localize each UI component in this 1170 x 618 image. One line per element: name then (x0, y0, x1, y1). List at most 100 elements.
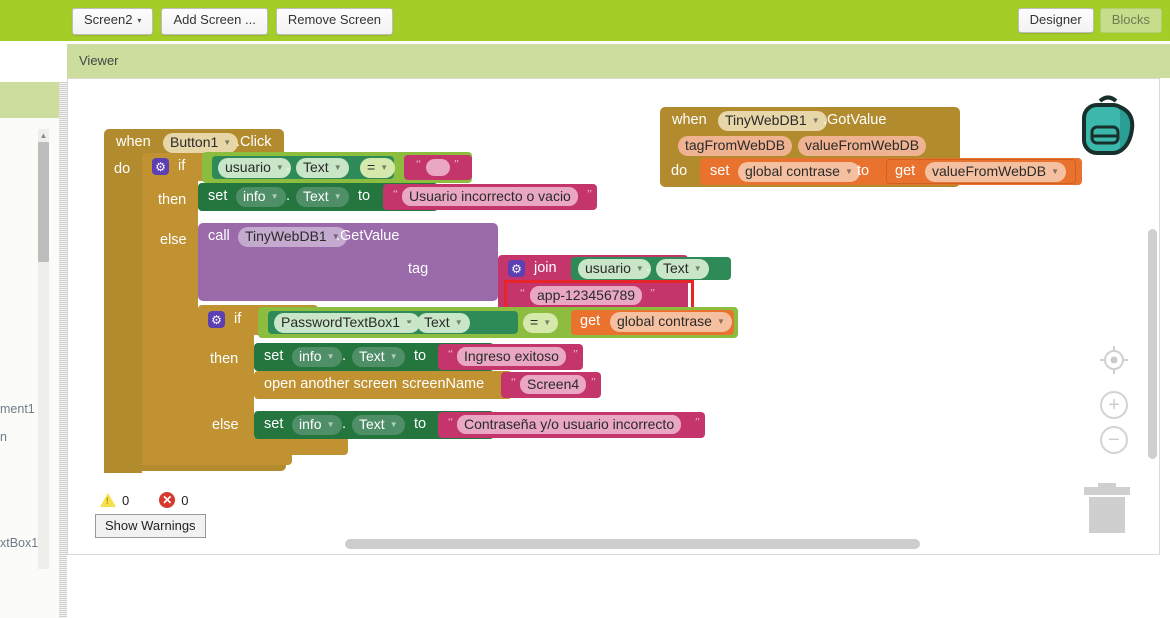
blocks-viewer[interactable]: when Button1 ▼ .Click do ⚙ if then else u… (67, 78, 1160, 555)
button-component-dropdown[interactable]: Button1 ▼ (163, 133, 239, 153)
chevron-down-icon: ▼ (380, 163, 389, 172)
dot-separator-1: . (286, 158, 291, 174)
gotvalue-component-dropdown[interactable]: TinyWebDB1 ▼ (718, 111, 827, 131)
open-quote-icon-4: “ (511, 376, 516, 388)
valuefromwebdb-dropdown[interactable]: valueFromWebDB ▼ (925, 162, 1067, 182)
close-quote-icon-3: ” (573, 348, 578, 360)
set-label-3: set (264, 416, 284, 432)
usuario-label-2: usuario (585, 260, 631, 276)
info-property-dropdown-3[interactable]: Text ▼ (352, 415, 405, 435)
screen-selector-label: Screen2 (84, 12, 133, 27)
global-variable-dropdown-1[interactable]: global contrase ▼ (610, 312, 732, 332)
chevron-down-icon: ▼ (326, 352, 335, 361)
gotvalue-event-name: .GotValue (823, 112, 887, 128)
passwordtextbox-label: PasswordTextBox1 (281, 314, 401, 330)
button-event-name: .Click (236, 134, 272, 150)
chevron-down-icon: ▼ (275, 163, 284, 172)
info-label-3: info (299, 416, 322, 432)
if-outer-label: if (178, 158, 186, 174)
toolbar-left-group: Screen2 ▾ Add Screen ... Remove Screen (72, 8, 394, 35)
chevron-down-icon: ▼ (333, 192, 342, 201)
screen-selector-button[interactable]: Screen2 ▾ (72, 8, 154, 35)
scroll-up-arrow-icon[interactable]: ▲ (38, 129, 49, 142)
passwordtextbox-property-label: Text (424, 314, 450, 330)
usuario-property-label-2: Text (663, 260, 689, 276)
usuario-component-dropdown-1[interactable]: usuario ▼ (218, 158, 291, 178)
status-indicators: 0 ✕ 0 (100, 492, 188, 508)
dot-separator-5: . (342, 348, 347, 364)
tree-item-0[interactable]: ment1 (0, 402, 35, 416)
comparison-operator-label-1: = (367, 159, 376, 175)
blocks-canvas[interactable]: when Button1 ▼ .Click do ⚙ if then else u… (68, 79, 1159, 554)
comparison-operator-label-2: = (530, 314, 539, 330)
join-mutator-gear-icon[interactable]: ⚙ (508, 260, 525, 277)
remove-screen-button[interactable]: Remove Screen (275, 8, 394, 35)
if-outer-mutator-gear-icon[interactable]: ⚙ (152, 158, 169, 175)
chevron-down-icon: ▼ (635, 264, 644, 273)
get-label-1: get (580, 313, 601, 329)
zoom-in-button[interactable]: + (1100, 391, 1128, 419)
if-inner-mutator-gear-icon[interactable]: ⚙ (208, 311, 225, 328)
usuario-property-dropdown-2[interactable]: Text ▼ (656, 259, 709, 279)
tree-item-1[interactable]: n (0, 430, 7, 444)
comparison-operator-dropdown-1[interactable]: = ▼ (360, 158, 396, 178)
trash-can-icon[interactable] (1076, 477, 1138, 539)
gotvalue-component-label: TinyWebDB1 (725, 112, 807, 128)
panel-splitter[interactable] (59, 82, 67, 618)
dot-separator-3: . (646, 259, 651, 275)
chevron-down-icon: ▼ (333, 163, 342, 172)
comparison-operator-dropdown-2[interactable]: = ▼ (523, 313, 559, 333)
screen-name-param-label: screenName (402, 376, 485, 392)
tree-item-2[interactable]: xtBox1 (0, 536, 38, 550)
close-quote-icon-4: ” (591, 376, 596, 388)
screen-name-text-field[interactable]: Screen4 (520, 375, 587, 394)
info-component-dropdown-2[interactable]: info ▼ (292, 347, 342, 367)
empty-text-field[interactable] (426, 159, 450, 176)
usuario-property-dropdown-1[interactable]: Text ▼ (296, 158, 349, 178)
to-label-2: to (414, 348, 427, 364)
passwordtextbox-property-dropdown[interactable]: Text ▼ (417, 313, 470, 333)
canvas-vertical-scrollbar[interactable] (1148, 229, 1157, 459)
text-field-1[interactable]: Usuario incorrecto o vacio (402, 187, 578, 206)
usuario-label-1: usuario (225, 159, 271, 175)
chevron-down-icon: ▼ (543, 318, 552, 327)
show-warnings-button[interactable]: Show Warnings (95, 514, 206, 538)
zoom-out-button[interactable]: − (1100, 426, 1128, 454)
chevron-down-icon: ▼ (844, 167, 853, 176)
tinywebdb-component-dropdown[interactable]: TinyWebDB1 ▼ (238, 227, 347, 247)
getvalue-method-label: .GetValue (336, 228, 400, 244)
add-screen-button[interactable]: Add Screen ... (161, 8, 268, 35)
global-variable-dropdown-2[interactable]: global contrase ▼ (738, 162, 860, 182)
info-property-label-1: Text (303, 188, 329, 204)
passwordtextbox-component-dropdown[interactable]: PasswordTextBox1 ▼ (274, 313, 420, 333)
info-property-label-2: Text (359, 348, 385, 364)
designer-button[interactable]: Designer (1017, 8, 1094, 33)
info-property-dropdown-1[interactable]: Text ▼ (296, 187, 349, 207)
left-panel-scrollbar-thumb[interactable] (38, 142, 49, 262)
center-target-icon[interactable] (1098, 344, 1130, 376)
open-quote-icon-0: “ (416, 158, 421, 170)
chevron-down-icon: ▼ (693, 264, 702, 273)
gotvalue-param-tag: tagFromWebDB (678, 136, 793, 156)
text-field-3[interactable]: Contraseña y/o usuario incorrecto (457, 415, 682, 434)
valuefromwebdb-label: valueFromWebDB (932, 163, 1047, 179)
info-label-2: info (299, 348, 322, 364)
open-quote-icon-1: “ (393, 188, 398, 200)
open-screen-label: open another screen (264, 376, 398, 392)
backpack-icon[interactable] (1070, 89, 1146, 165)
call-label: call (208, 228, 230, 244)
chevron-down-icon: ▼ (223, 138, 232, 147)
info-component-dropdown-1[interactable]: info ▼ (236, 187, 286, 207)
global-variable-label-2: global contrase (745, 163, 840, 179)
text-field-2[interactable]: Ingreso exitoso (457, 347, 566, 366)
blocks-button[interactable]: Blocks (1099, 8, 1162, 33)
then-inner-label: then (210, 351, 239, 367)
warning-count: 0 (122, 492, 130, 508)
info-component-dropdown-3[interactable]: info ▼ (292, 415, 342, 435)
usuario-component-dropdown-2[interactable]: usuario ▼ (578, 259, 651, 279)
info-property-dropdown-2[interactable]: Text ▼ (352, 347, 405, 367)
viewer-title: Viewer (79, 53, 119, 68)
open-quote-icon-3: “ (448, 348, 453, 360)
canvas-horizontal-scrollbar[interactable] (345, 539, 920, 549)
set-label-2: set (264, 348, 284, 364)
